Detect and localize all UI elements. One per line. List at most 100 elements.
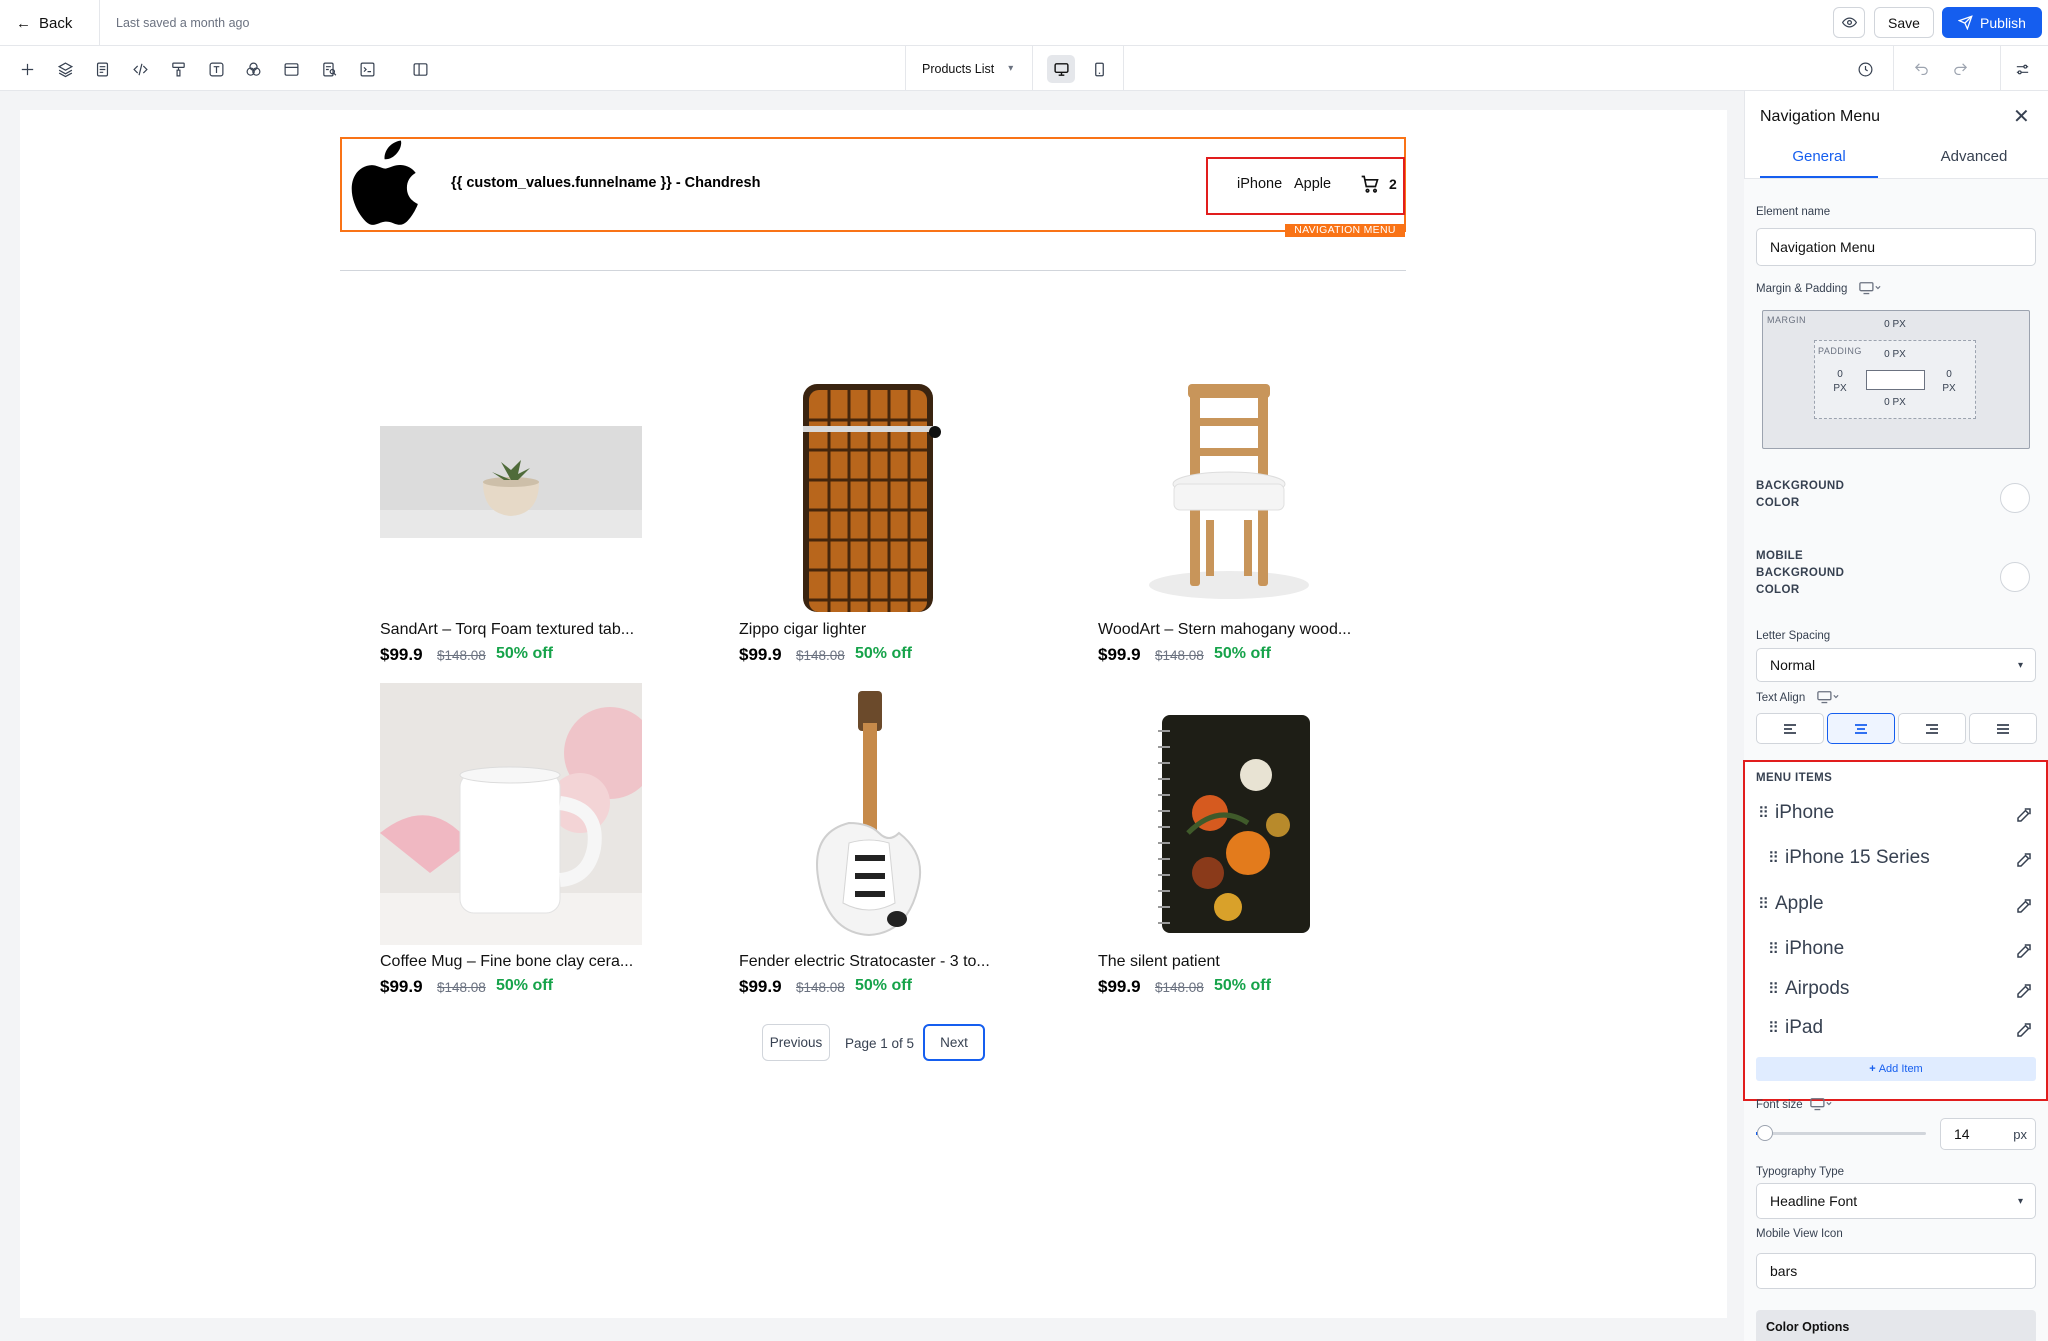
align-right-icon xyxy=(1926,723,1938,734)
product-image-chair[interactable] xyxy=(1098,350,1360,612)
menu-subitem[interactable]: ⠿ iPhone xyxy=(1768,938,1844,960)
close-icon[interactable]: ✕ xyxy=(2013,104,2030,129)
back-button[interactable]: ← Back xyxy=(0,0,100,46)
cart-icon[interactable] xyxy=(1360,174,1380,194)
product-title[interactable]: WoodArt – Stern mahogany wood... xyxy=(1098,621,1351,639)
drag-handle-icon[interactable]: ⠿ xyxy=(1768,849,1779,867)
mobile-view-icon-input[interactable]: bars xyxy=(1756,1253,2036,1289)
plus-icon[interactable] xyxy=(15,57,39,81)
product-discount: 50% off xyxy=(855,645,912,662)
page-icon[interactable] xyxy=(90,57,114,81)
edit-icon[interactable] xyxy=(2015,851,2033,869)
apple-logo xyxy=(351,140,418,225)
align-left-button[interactable] xyxy=(1756,713,1824,744)
browser-window-icon[interactable] xyxy=(279,57,303,81)
mobile-view-button[interactable] xyxy=(1085,55,1113,83)
color-options-header[interactable]: Color Options xyxy=(1756,1310,2036,1341)
menu-subitem[interactable]: ⠿ Airpods xyxy=(1768,978,1849,1000)
font-size-slider-handle[interactable] xyxy=(1757,1125,1773,1141)
product-image-succulent[interactable] xyxy=(380,350,642,612)
terminal-icon[interactable] xyxy=(355,57,379,81)
desktop-view-button[interactable] xyxy=(1047,55,1075,83)
letter-spacing-select[interactable]: Normal ▾ xyxy=(1756,648,2036,682)
shapes-icon[interactable] xyxy=(241,57,265,81)
padding-top-value[interactable]: 0 PX xyxy=(1875,349,1915,361)
publish-button[interactable]: Publish xyxy=(1942,7,2042,38)
mobile-background-color-swatch[interactable] xyxy=(2000,562,2030,592)
background-color-swatch[interactable] xyxy=(2000,483,2030,513)
preview-button[interactable] xyxy=(1833,7,1865,38)
drag-handle-icon[interactable]: ⠿ xyxy=(1768,940,1779,958)
product-discount: 50% off xyxy=(1214,645,1271,662)
letter-spacing-label: Letter Spacing xyxy=(1756,630,1831,642)
drag-handle-icon[interactable]: ⠿ xyxy=(1758,895,1769,913)
nav-link-apple[interactable]: Apple xyxy=(1294,176,1331,192)
mobile-icon xyxy=(1094,62,1104,76)
drag-handle-icon[interactable]: ⠿ xyxy=(1758,804,1769,822)
mobile-background-color-label: MOBILE BACKGROUND COLOR xyxy=(1756,550,1845,596)
product-title[interactable]: Zippo cigar lighter xyxy=(739,621,866,639)
product-title[interactable]: Fender electric Stratocaster - 3 to... xyxy=(739,953,990,971)
undo-icon[interactable] xyxy=(1909,57,1933,81)
add-item-button[interactable]: + Add Item xyxy=(1756,1057,2036,1081)
product-image-notebook[interactable] xyxy=(1098,683,1360,945)
product-title[interactable]: SandArt – Torq Foam textured tab... xyxy=(380,621,634,639)
tab-general[interactable]: General xyxy=(1760,148,1878,178)
divider xyxy=(340,270,1406,271)
margin-top-value[interactable]: 0 PX xyxy=(1875,319,1915,331)
text-icon[interactable] xyxy=(204,57,228,81)
top-bar xyxy=(0,0,2048,46)
menu-item[interactable]: ⠿ Apple xyxy=(1758,893,1824,915)
desktop-icon[interactable] xyxy=(1817,691,1839,704)
drag-handle-icon[interactable]: ⠿ xyxy=(1768,980,1779,998)
font-size-input[interactable]: 14 px xyxy=(1940,1118,2036,1150)
drag-handle-icon[interactable]: ⠿ xyxy=(1768,1019,1779,1037)
padding-right-value[interactable]: 0 xyxy=(1939,369,1959,381)
history-icon[interactable] xyxy=(1853,57,1877,81)
edit-icon[interactable] xyxy=(2015,897,2033,915)
desktop-icon[interactable] xyxy=(1859,282,1881,295)
code-icon[interactable] xyxy=(128,57,152,81)
typography-type-select[interactable]: Headline Font ▾ xyxy=(1756,1183,2036,1219)
edit-icon[interactable] xyxy=(2015,1021,2033,1039)
menu-subitem[interactable]: ⠿ iPhone 15 Series xyxy=(1768,847,1930,869)
desktop-icon[interactable] xyxy=(1810,1098,1832,1111)
paint-roller-icon[interactable] xyxy=(166,57,190,81)
menu-subitem[interactable]: ⠿ iPad xyxy=(1768,1017,1823,1039)
padding-right-unit: PX xyxy=(1942,383,1956,394)
layers-icon[interactable] xyxy=(53,57,77,81)
next-page-button[interactable]: Next xyxy=(923,1024,985,1061)
funnel-name: {{ custom_values.funnelname }} - Chandre… xyxy=(451,175,761,191)
product-image-lighter[interactable] xyxy=(739,350,1001,612)
edit-icon[interactable] xyxy=(2015,942,2033,960)
edit-icon[interactable] xyxy=(2015,806,2033,824)
padding-bottom-value[interactable]: 0 PX xyxy=(1875,397,1915,409)
align-center-button[interactable] xyxy=(1827,713,1895,744)
element-name-input[interactable]: Navigation Menu xyxy=(1756,228,2036,266)
font-size-slider-track[interactable] xyxy=(1756,1132,1926,1135)
redo-icon[interactable] xyxy=(1948,57,1972,81)
page-selector[interactable]: Products List ▾ xyxy=(905,46,1033,91)
cart-count: 2 xyxy=(1389,176,1397,192)
product-title[interactable]: Coffee Mug – Fine bone clay cera... xyxy=(380,953,633,971)
product-image-guitar[interactable] xyxy=(739,683,1001,945)
align-right-button[interactable] xyxy=(1898,713,1966,744)
previous-page-button[interactable]: Previous xyxy=(762,1024,830,1061)
edit-icon[interactable] xyxy=(2015,982,2033,1000)
settings-sliders-icon[interactable] xyxy=(2010,57,2034,81)
seo-icon[interactable] xyxy=(317,57,341,81)
last-saved-status: Last saved a month ago xyxy=(116,16,250,30)
menu-item[interactable]: ⠿ iPhone xyxy=(1758,802,1834,824)
align-justify-button[interactable] xyxy=(1969,713,2037,744)
save-button[interactable]: Save xyxy=(1874,7,1934,38)
send-icon xyxy=(1958,15,1973,30)
product-image-mug[interactable] xyxy=(380,683,642,945)
chevron-down-icon: ▾ xyxy=(1008,63,1014,74)
padding-left-value[interactable]: 0 xyxy=(1830,369,1850,381)
product-title[interactable]: The silent patient xyxy=(1098,953,1220,971)
split-view-icon[interactable] xyxy=(408,57,432,81)
arrow-left-icon: ← xyxy=(16,14,31,32)
page-selector-label: Products List xyxy=(922,61,995,76)
tab-advanced[interactable]: Advanced xyxy=(1900,148,2048,178)
nav-link-iphone[interactable]: iPhone xyxy=(1237,176,1282,192)
